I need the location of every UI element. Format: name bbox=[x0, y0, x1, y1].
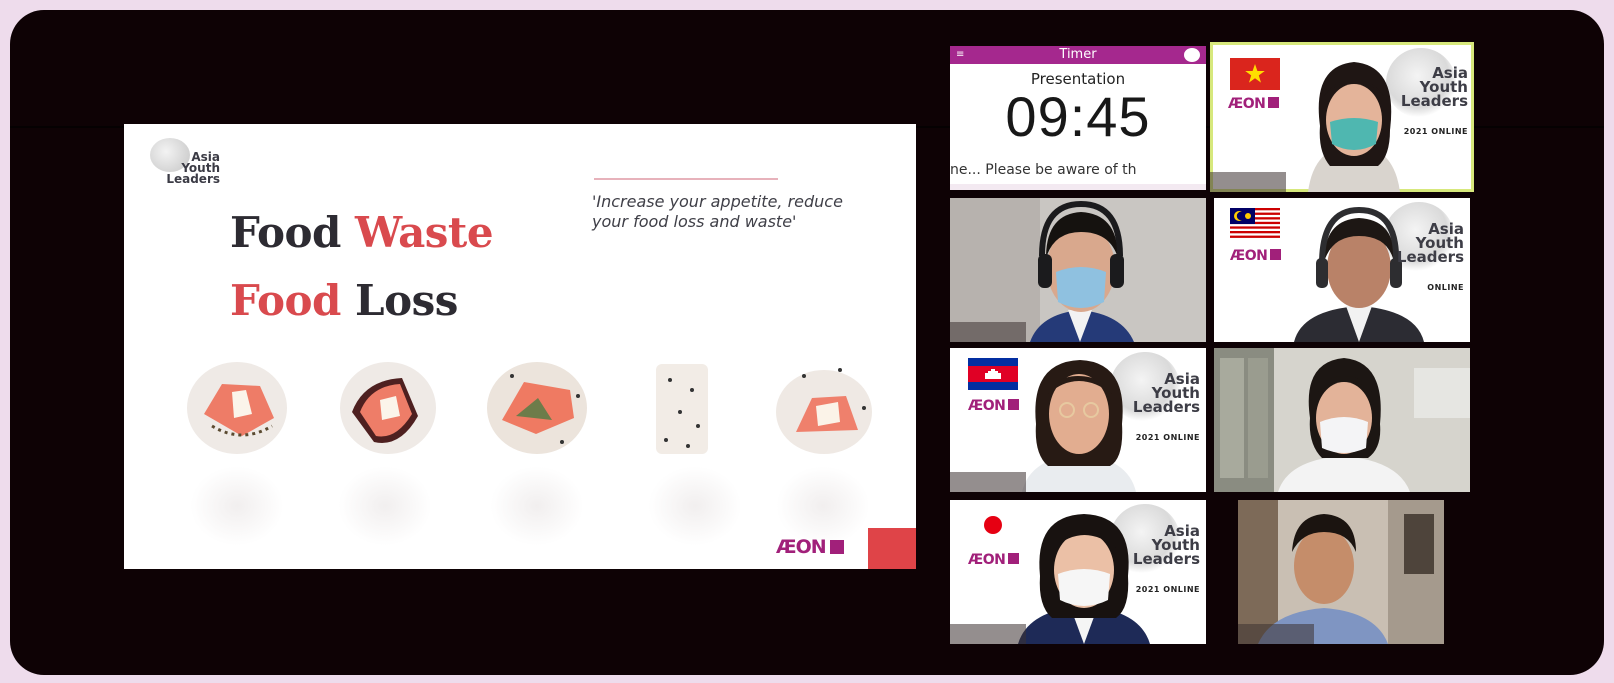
aeon-logo-text: ÆON bbox=[968, 552, 1006, 568]
participant-video bbox=[1238, 500, 1444, 644]
aeon-mark-icon bbox=[1268, 97, 1280, 108]
title-word-highlight: Food bbox=[230, 276, 341, 325]
asia-youth-leaders-logo: Asia Youth Leaders bbox=[146, 136, 224, 194]
participant-video bbox=[1022, 360, 1136, 492]
timer-countdown: 09:45 bbox=[1005, 85, 1151, 148]
cambodia-flag-icon bbox=[968, 358, 1018, 390]
video-tile-cambodia[interactable]: ÆON Asia Youth Leaders 2021 ONLINE bbox=[950, 348, 1206, 492]
aeon-logo-text: ÆON bbox=[1230, 248, 1268, 264]
sushi-image bbox=[482, 356, 592, 546]
slide-title-line-2: Food Loss bbox=[230, 276, 458, 325]
branding-text: Asia Youth Leaders bbox=[1132, 522, 1200, 568]
participant-name-bar bbox=[950, 322, 1026, 342]
participant-name-bar bbox=[1238, 624, 1314, 644]
sushi-image bbox=[182, 356, 292, 546]
asia-youth-leaders-branding: Asia Youth Leaders 2021 ONLINE bbox=[1133, 358, 1200, 443]
asia-youth-leaders-branding: Asia Youth Leaders 2021 ONLINE bbox=[1401, 52, 1468, 137]
timer-tile[interactable]: ≡ Timer Presentation 09:45 ne... Please … bbox=[950, 46, 1206, 190]
video-tile-participant-room[interactable] bbox=[1238, 500, 1444, 644]
quote-rule bbox=[594, 178, 778, 180]
timer-header: ≡ Timer bbox=[950, 46, 1206, 64]
logo-icon bbox=[1184, 48, 1200, 62]
branding-text: Asia Youth Leaders bbox=[1396, 220, 1464, 266]
branding-online: 2021 ONLINE bbox=[1403, 127, 1468, 136]
logo-text: Asia Youth Leaders bbox=[166, 150, 220, 186]
participant-name-bar bbox=[950, 472, 1026, 492]
aeon-logo-text: ÆON bbox=[1228, 96, 1266, 112]
video-tile-japan[interactable]: ÆON Asia Youth Leaders 2021 ONLINE bbox=[950, 500, 1206, 644]
branding-text: Asia Youth Leaders bbox=[1132, 370, 1200, 416]
video-tile-participant-office[interactable] bbox=[1214, 348, 1470, 492]
video-tile-participant-headset[interactable] bbox=[950, 198, 1206, 342]
meeting-window: Asia Youth Leaders Food Waste Food Loss … bbox=[10, 10, 1604, 675]
timer-message: ne... Please be aware of th bbox=[950, 162, 1137, 178]
malaysia-flag-icon bbox=[1230, 208, 1280, 240]
aeon-logo: ÆON bbox=[1230, 248, 1282, 264]
branding-text: Asia Youth Leaders bbox=[1400, 64, 1468, 110]
red-accent-block bbox=[868, 528, 916, 569]
menu-icon: ≡ bbox=[956, 49, 965, 60]
sushi-image bbox=[640, 356, 750, 546]
vietnam-flag-icon bbox=[1230, 58, 1280, 90]
slide-title-line-1: Food Waste bbox=[230, 208, 494, 257]
participant-name-bar bbox=[1210, 172, 1286, 192]
participant-video bbox=[1214, 348, 1470, 492]
branding-online: 2021 ONLINE bbox=[1135, 433, 1200, 442]
aeon-mark-icon bbox=[829, 540, 844, 554]
aeon-logo: ÆON bbox=[776, 536, 844, 558]
aeon-logo: ÆON bbox=[968, 398, 1020, 414]
title-word: Loss bbox=[355, 276, 458, 325]
title-word-highlight: Waste bbox=[355, 208, 494, 257]
participant-name-bar bbox=[950, 624, 1026, 644]
aeon-logo: ÆON bbox=[968, 552, 1020, 568]
sushi-image bbox=[768, 356, 878, 546]
video-tile-vietnam[interactable]: ÆON Asia Youth Leaders 2021 ONLINE bbox=[1210, 42, 1474, 192]
timer-footer bbox=[950, 184, 1206, 190]
participant-video bbox=[1308, 62, 1400, 192]
sushi-image bbox=[330, 356, 440, 546]
slide-quote: 'Increase your appetite, reduce your foo… bbox=[592, 192, 843, 231]
aeon-logo-text: ÆON bbox=[968, 398, 1006, 414]
timer-title: Timer bbox=[1059, 47, 1097, 62]
asia-youth-leaders-branding: Asia Youth Leaders 2021 ONLINE bbox=[1133, 510, 1200, 595]
video-tile-malaysia[interactable]: ÆON Asia Youth Leaders ONLINE bbox=[1214, 198, 1470, 342]
branding-online: 2021 ONLINE bbox=[1135, 585, 1200, 594]
aeon-logo: ÆON bbox=[1228, 96, 1280, 112]
aeon-logo-text: ÆON bbox=[776, 536, 827, 558]
aeon-mark-icon bbox=[1270, 249, 1282, 260]
branding-online: ONLINE bbox=[1427, 283, 1464, 292]
participant-video bbox=[950, 198, 1206, 342]
shared-slide: Asia Youth Leaders Food Waste Food Loss … bbox=[124, 124, 916, 569]
japan-flag-icon bbox=[968, 508, 1018, 542]
title-word: Food bbox=[230, 208, 341, 257]
asia-youth-leaders-branding: Asia Youth Leaders ONLINE bbox=[1397, 208, 1464, 293]
